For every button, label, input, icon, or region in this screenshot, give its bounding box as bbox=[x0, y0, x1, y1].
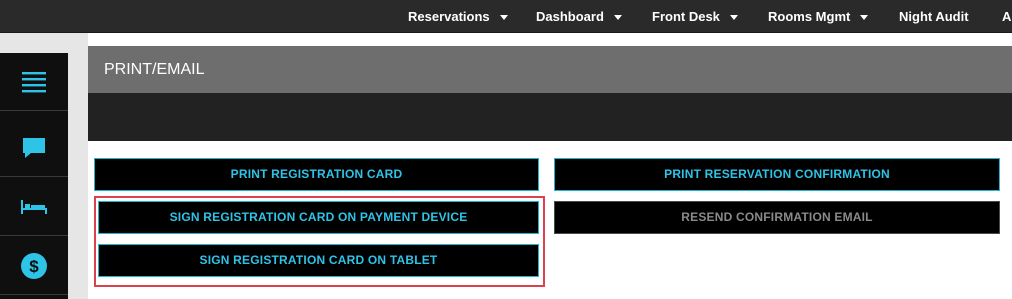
nav-night-audit[interactable]: Night Audit bbox=[899, 0, 969, 33]
nav-front-desk-label: Front Desk bbox=[652, 9, 720, 24]
side-icon-rail: $ bbox=[0, 53, 68, 299]
nav-reservations[interactable]: Reservations bbox=[408, 0, 508, 33]
nav-dashboard-label: Dashboard bbox=[536, 9, 604, 24]
chat-icon bbox=[23, 137, 45, 158]
print-registration-card-button[interactable]: PRINT REGISTRATION CARD bbox=[94, 158, 539, 191]
dollar-icon: $ bbox=[21, 252, 47, 279]
caret-down-icon bbox=[499, 15, 508, 21]
nav-rooms-mgmt-label: Rooms Mgmt bbox=[768, 9, 851, 24]
panel-title: PRINT/EMAIL bbox=[88, 46, 1012, 93]
nav-dashboard[interactable]: Dashboard bbox=[536, 0, 622, 33]
caret-down-icon bbox=[613, 15, 622, 21]
rail-item-rooms[interactable] bbox=[0, 178, 68, 236]
nav-reservations-label: Reservations bbox=[408, 9, 490, 24]
bed-icon bbox=[21, 199, 47, 214]
caret-down-icon bbox=[729, 15, 738, 21]
nav-rooms-mgmt[interactable]: Rooms Mgmt bbox=[768, 0, 869, 33]
print-reservation-confirmation-button[interactable]: PRINT RESERVATION CONFIRMATION bbox=[554, 158, 1000, 191]
nav-truncated-label: A bbox=[1002, 9, 1012, 24]
rail-item-menu[interactable] bbox=[0, 53, 68, 111]
caret-down-icon bbox=[860, 15, 869, 21]
menu-icon bbox=[22, 71, 46, 92]
resend-confirmation-email-button: RESEND CONFIRMATION EMAIL bbox=[554, 201, 1000, 234]
sign-on-tablet-button[interactable]: SIGN REGISTRATION CARD ON TABLET bbox=[98, 244, 539, 277]
rail-item-messages[interactable] bbox=[0, 119, 68, 177]
nav-night-audit-label: Night Audit bbox=[899, 9, 969, 24]
nav-truncated-item[interactable]: A bbox=[1002, 0, 1011, 33]
top-navigation-bar: Reservations Dashboard Front Desk Rooms … bbox=[0, 0, 1012, 33]
sign-on-payment-device-button[interactable]: SIGN REGISTRATION CARD ON PAYMENT DEVICE bbox=[98, 201, 539, 234]
rail-item-billing[interactable]: $ bbox=[0, 237, 68, 295]
svg-text:$: $ bbox=[29, 257, 39, 276]
nav-front-desk[interactable]: Front Desk bbox=[652, 0, 738, 33]
